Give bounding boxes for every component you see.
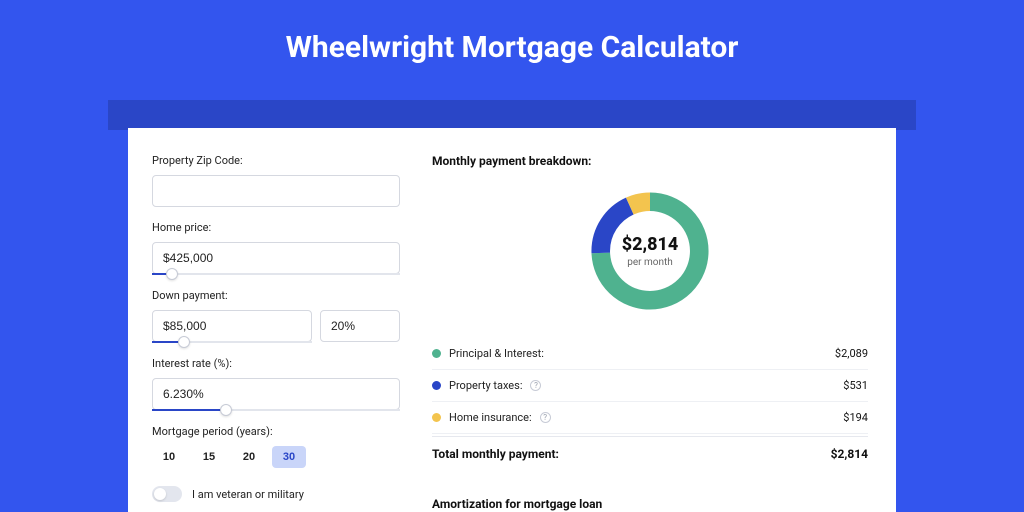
donut-chart-wrap: $2,814 per month: [432, 186, 868, 316]
legend-row-taxes: Property taxes: ? $531: [432, 370, 868, 402]
breakdown-panel: Monthly payment breakdown: $2,814 per mo…: [432, 154, 868, 512]
donut-sub: per month: [627, 257, 673, 268]
veteran-toggle[interactable]: [152, 486, 182, 502]
home-price-slider-thumb[interactable]: [166, 268, 178, 280]
help-icon[interactable]: ?: [540, 412, 551, 423]
page-title: Wheelwright Mortgage Calculator: [0, 0, 1024, 65]
legend-row-principal: Principal & Interest: $2,089: [432, 338, 868, 370]
inputs-panel: Property Zip Code: Home price: Down paym…: [152, 154, 400, 512]
donut-center: $2,814 per month: [585, 186, 715, 316]
interest-rate-slider-thumb[interactable]: [220, 404, 232, 416]
interest-rate-label: Interest rate (%):: [152, 357, 400, 370]
dot-insurance-icon: [432, 413, 441, 422]
home-price-slider[interactable]: [152, 273, 400, 275]
down-payment-percent-input[interactable]: [320, 310, 400, 342]
header-band: [108, 100, 916, 130]
legend-label-taxes: Property taxes:: [449, 379, 522, 392]
total-value: $2,814: [831, 447, 868, 461]
legend-label-insurance: Home insurance:: [449, 411, 532, 424]
interest-rate-field: Interest rate (%):: [152, 357, 400, 411]
total-row: Total monthly payment: $2,814: [432, 436, 868, 471]
home-price-label: Home price:: [152, 221, 400, 234]
legend-value-principal: $2,089: [835, 347, 868, 360]
page-backdrop: Wheelwright Mortgage Calculator Property…: [0, 0, 1024, 512]
down-payment-input[interactable]: [152, 310, 312, 342]
calculator-card: Property Zip Code: Home price: Down paym…: [128, 128, 896, 512]
down-payment-field: Down payment:: [152, 289, 400, 343]
period-option-20[interactable]: 20: [232, 446, 266, 468]
veteran-toggle-label: I am veteran or military: [192, 488, 304, 501]
down-payment-label: Down payment:: [152, 289, 400, 302]
down-payment-slider[interactable]: [152, 341, 312, 343]
veteran-toggle-row: I am veteran or military: [152, 486, 400, 502]
zip-field: Property Zip Code:: [152, 154, 400, 207]
total-label: Total monthly payment:: [432, 447, 559, 461]
period-option-10[interactable]: 10: [152, 446, 186, 468]
amortization-title: Amortization for mortgage loan: [432, 497, 868, 511]
home-price-input[interactable]: [152, 242, 400, 274]
donut-chart: $2,814 per month: [585, 186, 715, 316]
period-option-30[interactable]: 30: [272, 446, 306, 468]
down-payment-slider-thumb[interactable]: [178, 336, 190, 348]
zip-label: Property Zip Code:: [152, 154, 400, 167]
legend-value-insurance: $194: [843, 411, 868, 424]
legend-value-taxes: $531: [843, 379, 868, 392]
help-icon[interactable]: ?: [530, 380, 541, 391]
period-option-15[interactable]: 15: [192, 446, 226, 468]
home-price-field: Home price:: [152, 221, 400, 275]
interest-rate-input[interactable]: [152, 378, 400, 410]
dot-taxes-icon: [432, 381, 441, 390]
interest-rate-slider[interactable]: [152, 409, 400, 411]
breakdown-title: Monthly payment breakdown:: [432, 154, 868, 168]
mortgage-period-label: Mortgage period (years):: [152, 425, 400, 438]
interest-rate-slider-fill: [152, 409, 226, 411]
donut-amount: $2,814: [622, 234, 679, 255]
mortgage-period-options: 10 15 20 30: [152, 446, 400, 468]
legend-label-principal: Principal & Interest:: [449, 347, 544, 360]
dot-principal-icon: [432, 349, 441, 358]
legend-row-insurance: Home insurance: ? $194: [432, 402, 868, 434]
mortgage-period-field: Mortgage period (years): 10 15 20 30: [152, 425, 400, 468]
zip-input[interactable]: [152, 175, 400, 207]
